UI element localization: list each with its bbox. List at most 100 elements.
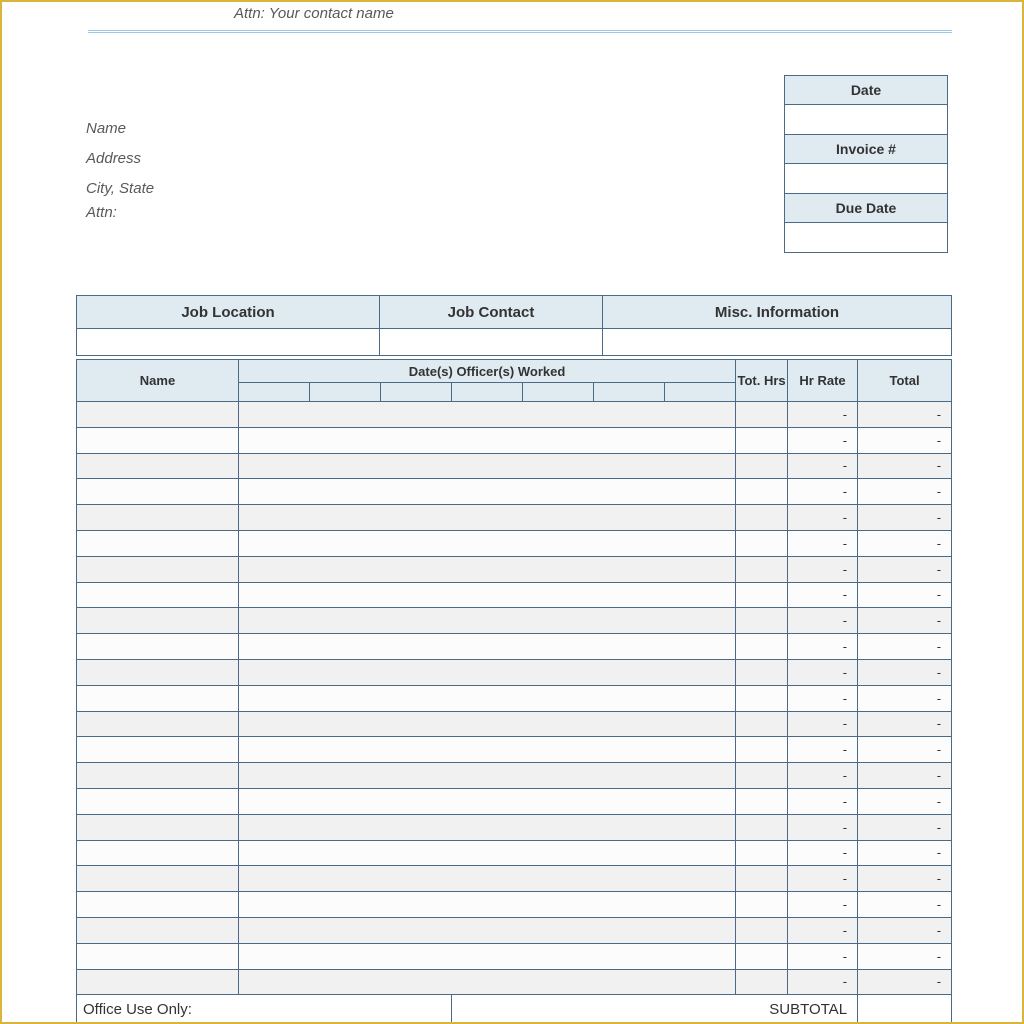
hr-rate-cell[interactable]: - [788,685,858,711]
dates-cell[interactable] [239,788,736,814]
dates-cell[interactable] [239,659,736,685]
dates-cell[interactable] [239,402,736,428]
invoice-num-value[interactable] [785,164,948,194]
total-cell[interactable]: - [858,814,952,840]
dates-cell[interactable] [239,763,736,789]
tot-hrs-cell[interactable] [736,763,788,789]
dates-cell[interactable] [239,814,736,840]
total-cell[interactable]: - [858,582,952,608]
hr-rate-cell[interactable]: - [788,530,858,556]
hr-rate-cell[interactable]: - [788,788,858,814]
hr-rate-cell[interactable]: - [788,840,858,866]
hr-rate-cell[interactable]: - [788,505,858,531]
dates-cell[interactable] [239,479,736,505]
hr-rate-cell[interactable]: - [788,582,858,608]
total-cell[interactable]: - [858,479,952,505]
name-cell[interactable] [77,685,239,711]
name-cell[interactable] [77,917,239,943]
hr-rate-cell[interactable]: - [788,892,858,918]
name-cell[interactable] [77,969,239,995]
dates-cell[interactable] [239,427,736,453]
hr-rate-cell[interactable]: - [788,556,858,582]
hr-rate-cell[interactable]: - [788,711,858,737]
dates-cell[interactable] [239,711,736,737]
name-cell[interactable] [77,711,239,737]
hr-rate-cell[interactable]: - [788,917,858,943]
dates-cell[interactable] [239,505,736,531]
name-cell[interactable] [77,634,239,660]
tot-hrs-cell[interactable] [736,866,788,892]
hr-rate-cell[interactable]: - [788,763,858,789]
dates-cell[interactable] [239,892,736,918]
total-cell[interactable]: - [858,685,952,711]
hr-rate-cell[interactable]: - [788,608,858,634]
tot-hrs-cell[interactable] [736,917,788,943]
tot-hrs-cell[interactable] [736,788,788,814]
dates-cell[interactable] [239,685,736,711]
dates-cell[interactable] [239,737,736,763]
name-cell[interactable] [77,763,239,789]
tot-hrs-cell[interactable] [736,634,788,660]
dates-cell[interactable] [239,943,736,969]
hr-rate-cell[interactable]: - [788,634,858,660]
total-cell[interactable]: - [858,737,952,763]
name-cell[interactable] [77,737,239,763]
name-cell[interactable] [77,402,239,428]
tot-hrs-cell[interactable] [736,427,788,453]
tot-hrs-cell[interactable] [736,737,788,763]
hr-rate-cell[interactable]: - [788,969,858,995]
total-cell[interactable]: - [858,402,952,428]
total-cell[interactable]: - [858,453,952,479]
name-cell[interactable] [77,943,239,969]
tot-hrs-cell[interactable] [736,479,788,505]
name-cell[interactable] [77,427,239,453]
name-cell[interactable] [77,814,239,840]
total-cell[interactable]: - [858,505,952,531]
total-cell[interactable]: - [858,556,952,582]
name-cell[interactable] [77,788,239,814]
dates-cell[interactable] [239,840,736,866]
total-cell[interactable]: - [858,866,952,892]
dates-cell[interactable] [239,634,736,660]
due-date-value[interactable] [785,223,948,253]
tot-hrs-cell[interactable] [736,711,788,737]
total-cell[interactable]: - [858,634,952,660]
tot-hrs-cell[interactable] [736,453,788,479]
dates-cell[interactable] [239,453,736,479]
total-cell[interactable]: - [858,608,952,634]
total-cell[interactable]: - [858,788,952,814]
total-cell[interactable]: - [858,943,952,969]
tot-hrs-cell[interactable] [736,943,788,969]
tot-hrs-cell[interactable] [736,840,788,866]
name-cell[interactable] [77,659,239,685]
hr-rate-cell[interactable]: - [788,453,858,479]
dates-cell[interactable] [239,582,736,608]
job-contact-cell[interactable] [380,329,603,356]
hr-rate-cell[interactable]: - [788,814,858,840]
total-cell[interactable]: - [858,840,952,866]
total-cell[interactable]: - [858,892,952,918]
hr-rate-cell[interactable]: - [788,659,858,685]
name-cell[interactable] [77,479,239,505]
name-cell[interactable] [77,608,239,634]
name-cell[interactable] [77,582,239,608]
total-cell[interactable]: - [858,917,952,943]
tot-hrs-cell[interactable] [736,582,788,608]
tot-hrs-cell[interactable] [736,608,788,634]
name-cell[interactable] [77,892,239,918]
tot-hrs-cell[interactable] [736,685,788,711]
dates-cell[interactable] [239,608,736,634]
dates-cell[interactable] [239,969,736,995]
total-cell[interactable]: - [858,427,952,453]
tot-hrs-cell[interactable] [736,814,788,840]
hr-rate-cell[interactable]: - [788,402,858,428]
total-cell[interactable]: - [858,763,952,789]
hr-rate-cell[interactable]: - [788,479,858,505]
dates-cell[interactable] [239,917,736,943]
tot-hrs-cell[interactable] [736,969,788,995]
name-cell[interactable] [77,556,239,582]
date-value[interactable] [785,105,948,135]
hr-rate-cell[interactable]: - [788,943,858,969]
hr-rate-cell[interactable]: - [788,427,858,453]
total-cell[interactable]: - [858,711,952,737]
